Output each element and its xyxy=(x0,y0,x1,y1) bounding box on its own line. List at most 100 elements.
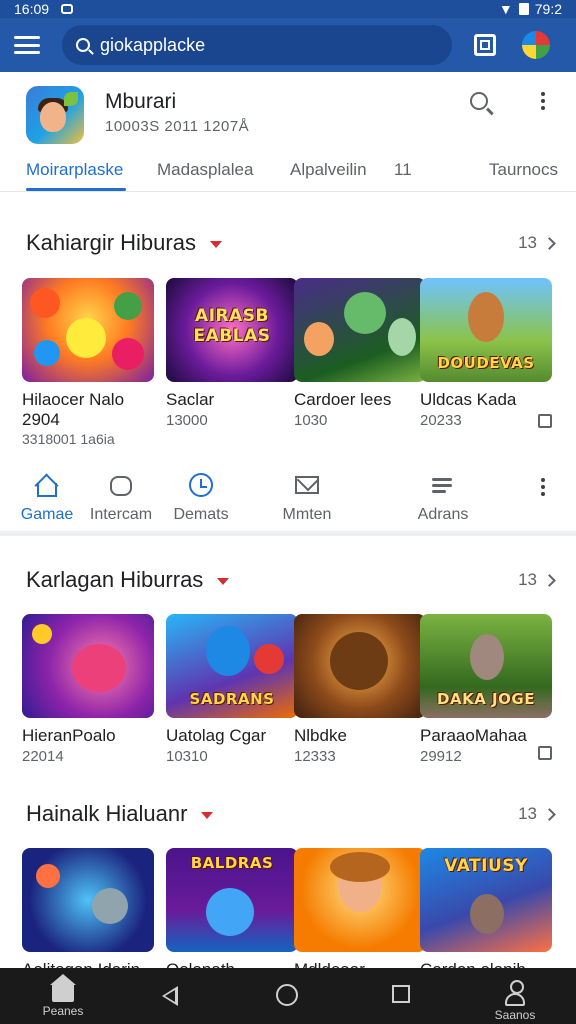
game-name: Saclar xyxy=(166,390,215,409)
screen-icon[interactable] xyxy=(474,34,496,56)
game-count: 1030 xyxy=(294,412,328,429)
caret-down-icon[interactable] xyxy=(209,241,222,248)
game-name: Uldcas Kada xyxy=(420,390,517,409)
game-thumbnail[interactable] xyxy=(294,614,426,718)
search-icon[interactable] xyxy=(470,92,488,110)
home-icon xyxy=(34,472,60,498)
nav-item-home[interactable]: Peanes xyxy=(28,974,98,1018)
game-thumbnail[interactable]: BALDRAS xyxy=(166,848,298,952)
search-bar[interactable] xyxy=(62,25,452,65)
game-card[interactable]: BALDRAS Oolanath xyxy=(166,848,298,980)
nav-label: Demats xyxy=(173,506,229,523)
chevron-right-icon xyxy=(543,236,556,250)
gift-icon xyxy=(108,472,134,498)
game-count: 20233 xyxy=(420,412,462,429)
app-title: Mburari xyxy=(105,90,177,113)
game-thumbnail[interactable] xyxy=(22,614,154,718)
section-title-text: Hainalk Hialuanr xyxy=(26,801,188,826)
section-count: 13 xyxy=(518,233,537,252)
section-title: Karlagan Hiburras xyxy=(26,567,230,593)
game-thumbnail[interactable] xyxy=(22,848,154,952)
caret-down-icon[interactable] xyxy=(217,578,230,585)
game-card[interactable]: DOUDEVAS Uldcas Kada 20233 xyxy=(420,278,552,430)
nav-item-adrans[interactable]: Adrans xyxy=(398,472,488,524)
nav-label: Mmten xyxy=(282,506,332,523)
section-see-more[interactable]: 13 xyxy=(518,570,556,590)
game-thumbnail[interactable] xyxy=(22,278,154,382)
game-thumbnail[interactable]: DAKA JOGE xyxy=(420,614,552,718)
section-title-text: Kahiargir Hiburas xyxy=(26,230,196,255)
game-card[interactable]: AIRASB EABLAS Saclar 13000 xyxy=(166,278,298,430)
game-card[interactable]: Nlbdke 12333 xyxy=(294,614,426,766)
app-subtitle: 10003S 2011 1207Å xyxy=(105,118,250,135)
section-see-more[interactable]: 13 xyxy=(518,804,556,824)
game-card[interactable]: HieranPoalo 22014 xyxy=(22,614,154,766)
nav-item-mmten[interactable]: Mmten xyxy=(262,472,352,524)
thumbnail-title: AIRASB EABLAS xyxy=(193,306,271,346)
thumbnail-title: SADRANS xyxy=(189,690,275,708)
home-icon xyxy=(50,974,76,1002)
game-card[interactable]: Mdldeaar xyxy=(294,848,426,980)
game-card[interactable]: SADRANS Uatolag Cgar 10310 xyxy=(166,614,298,766)
nav-label: Intercam xyxy=(89,506,153,523)
download-icon[interactable] xyxy=(538,414,552,428)
nav-item-intercam[interactable]: Intercam xyxy=(76,472,166,524)
game-thumbnail[interactable]: VATIUSY xyxy=(420,848,552,952)
menu-icon[interactable] xyxy=(14,36,40,54)
game-thumbnail[interactable] xyxy=(294,848,426,952)
game-card[interactable]: Hilaocer Nalo 2904 3318001 1a6ia xyxy=(22,278,154,448)
home-circle-icon[interactable] xyxy=(276,984,298,1006)
game-name: ParaaoMahaa xyxy=(420,726,527,745)
tab-bar: Moirarplaske Madasplalea Alpalveilin 11 … xyxy=(0,156,576,192)
section-title-text: Karlagan Hiburras xyxy=(26,567,204,592)
tab-alpalveilin[interactable]: Alpalveilin xyxy=(290,160,367,180)
category-nav: Gamae Intercam Demats Mmten Adrans xyxy=(0,462,576,536)
mail-icon xyxy=(294,472,320,498)
recents-icon[interactable] xyxy=(392,985,410,1003)
tab-badge-count[interactable]: 11 xyxy=(394,160,412,180)
status-bar: 16:09 ▼ 79:2 xyxy=(0,0,576,18)
game-thumbnail[interactable]: AIRASB EABLAS xyxy=(166,278,298,382)
search-input[interactable] xyxy=(100,34,420,56)
nav-item-profile[interactable]: Saanos xyxy=(480,976,550,1022)
game-count: 3318001 1a6ia xyxy=(22,431,115,447)
battery-icon xyxy=(518,3,529,15)
active-tab-indicator xyxy=(26,188,126,191)
section-count: 13 xyxy=(518,804,537,823)
game-count: 12333 xyxy=(294,748,336,765)
game-card[interactable]: Aolitegan Idarin xyxy=(22,848,154,980)
section-title: Kahiargir Hiburas xyxy=(26,230,222,256)
game-name: Uatolag Cgar xyxy=(166,726,267,745)
nav-item-demats[interactable]: Demats xyxy=(156,472,246,524)
download-icon[interactable] xyxy=(538,746,552,760)
game-card[interactable]: DAKA JOGE ParaaoMahaa 29912 xyxy=(420,614,552,766)
app-header: Mburari 10003S 2011 1207Å xyxy=(0,72,576,156)
caret-down-icon[interactable] xyxy=(201,812,214,819)
more-options-icon[interactable] xyxy=(536,92,550,110)
search-icon xyxy=(76,38,90,52)
game-thumbnail[interactable]: SADRANS xyxy=(166,614,298,718)
back-icon[interactable] xyxy=(162,986,178,1006)
game-name: Cardoer lees xyxy=(294,390,392,409)
game-thumbnail[interactable] xyxy=(294,278,426,382)
battery-level: 79:2 xyxy=(534,1,562,17)
game-thumbnail[interactable]: DOUDEVAS xyxy=(420,278,552,382)
tab-taurnocs[interactable]: Taurnocs xyxy=(489,160,558,180)
tab-moirarplaske[interactable]: Moirarplaske xyxy=(26,160,123,180)
notification-icon xyxy=(61,4,74,14)
app-icon xyxy=(26,86,84,144)
tab-madasplalea[interactable]: Madasplalea xyxy=(157,160,253,180)
section-see-more[interactable]: 13 xyxy=(518,233,556,253)
section-title: Hainalk Hialuanr xyxy=(26,801,214,827)
lines-icon xyxy=(430,472,456,498)
game-count: 22014 xyxy=(22,748,64,765)
game-card[interactable]: Cardoer lees 1030 xyxy=(294,278,426,430)
game-count: 10310 xyxy=(166,748,208,765)
thumbnail-title: DAKA JOGE xyxy=(437,690,535,708)
nav-label: Saanos xyxy=(494,1008,536,1022)
thumbnail-title: VATIUSY xyxy=(444,856,528,876)
avatar[interactable] xyxy=(522,31,550,59)
status-time: 16:09 xyxy=(14,1,50,17)
game-card[interactable]: VATIUSY Cordon olanib xyxy=(420,848,552,980)
more-options-icon[interactable] xyxy=(536,478,550,496)
